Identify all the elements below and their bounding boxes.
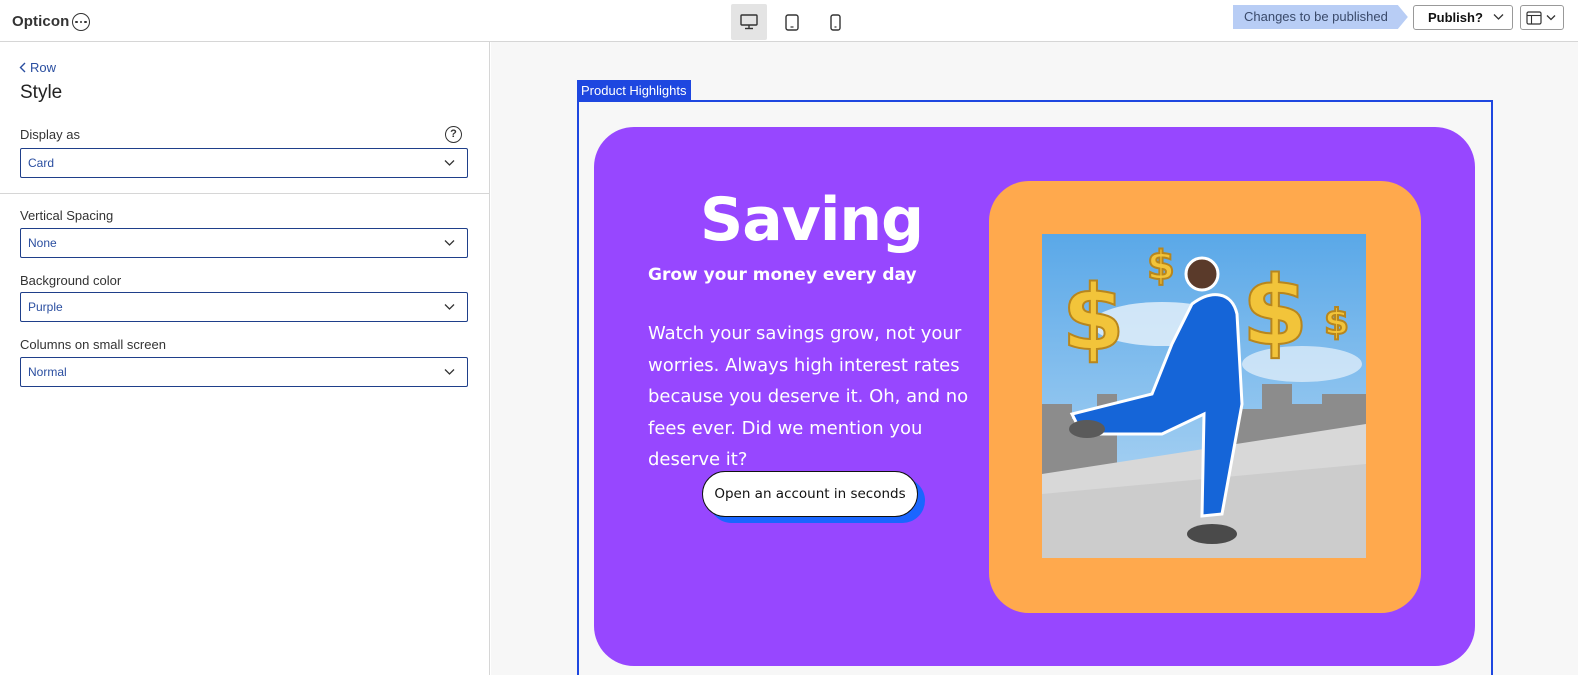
- product-highlight-card: Saving Grow your money every day Watch y…: [594, 127, 1475, 666]
- svg-text:$: $: [1147, 243, 1175, 289]
- card-body-text: Watch your savings grow, not your worrie…: [648, 323, 969, 470]
- mobile-icon: [829, 13, 841, 31]
- panel-title: Style: [20, 82, 63, 103]
- background-color-value: Purple: [28, 300, 63, 314]
- publish-status-badge: Changes to be published: [1233, 5, 1408, 29]
- section-divider: [0, 193, 489, 194]
- preview-canvas: Product Highlights Saving Grow your mone…: [491, 42, 1578, 675]
- publish-button[interactable]: Publish?: [1413, 5, 1513, 30]
- tablet-preview-button[interactable]: [774, 4, 810, 40]
- hero-image-illustration: $ $ $ $: [1042, 234, 1366, 558]
- vertical-spacing-select[interactable]: None: [20, 228, 468, 258]
- chevron-down-icon: [1546, 15, 1556, 21]
- svg-text:$: $: [1242, 257, 1308, 367]
- brand-name: Opticon: [12, 13, 70, 30]
- columns-small-screen-value: Normal: [28, 365, 67, 379]
- columns-small-screen-label: Columns on small screen: [20, 337, 166, 352]
- background-color-label: Background color: [20, 273, 122, 288]
- more-options-icon[interactable]: [72, 13, 90, 31]
- mobile-preview-button[interactable]: [817, 4, 853, 40]
- desktop-preview-button[interactable]: [731, 4, 767, 40]
- back-to-row-link[interactable]: Row: [19, 60, 56, 75]
- vertical-spacing-value: None: [28, 236, 57, 250]
- open-account-button[interactable]: Open an account in seconds: [702, 471, 918, 517]
- chevron-down-icon: [444, 160, 455, 166]
- svg-text:$: $: [1062, 266, 1125, 371]
- display-as-value: Card: [28, 156, 55, 170]
- card-subheading: Grow your money every day: [648, 265, 917, 285]
- chevron-down-icon: [444, 240, 455, 246]
- image-frame: $ $ $ $: [989, 181, 1421, 613]
- hero-image: $ $ $ $: [1042, 234, 1366, 558]
- device-preview-toggle: [731, 4, 860, 40]
- back-link-label: Row: [30, 60, 57, 75]
- open-account-button-label: Open an account in seconds: [714, 486, 906, 502]
- chevron-left-icon: [19, 62, 26, 73]
- chevron-down-icon: [1493, 14, 1504, 20]
- layout-icon: [1526, 10, 1542, 25]
- card-heading: Saving: [700, 185, 924, 255]
- layout-menu-button[interactable]: [1520, 5, 1564, 30]
- columns-small-screen-select[interactable]: Normal: [20, 357, 468, 387]
- svg-text:$: $: [1324, 302, 1349, 343]
- top-bar: Opticon Changes to be published Publish?: [0, 0, 1578, 42]
- publish-button-label: Publish?: [1428, 10, 1483, 25]
- tablet-icon: [785, 13, 799, 31]
- display-as-label: Display as: [20, 127, 80, 142]
- style-settings-panel: Row Style Display as ? Card Vertical Spa…: [0, 42, 490, 675]
- block-name-tag[interactable]: Product Highlights: [577, 80, 691, 101]
- chevron-down-icon: [444, 304, 455, 310]
- display-as-select[interactable]: Card: [20, 148, 468, 178]
- desktop-icon: [740, 14, 758, 30]
- vertical-spacing-label: Vertical Spacing: [20, 208, 114, 223]
- chevron-down-icon: [444, 369, 455, 375]
- background-color-select[interactable]: Purple: [20, 292, 468, 322]
- help-icon[interactable]: ?: [445, 126, 462, 143]
